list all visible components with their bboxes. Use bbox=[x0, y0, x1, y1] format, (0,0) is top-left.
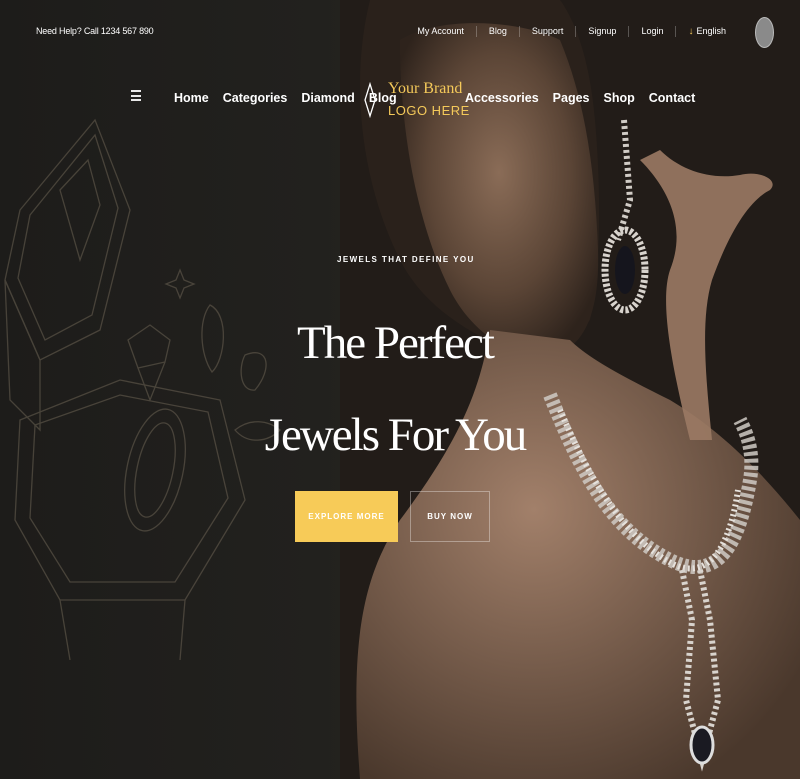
brand-tagline: LOGO HERE bbox=[388, 103, 470, 118]
hero-headline: The Perfect Jewels For You bbox=[250, 297, 540, 481]
brand-text: Your Brand LOGO HERE bbox=[388, 78, 470, 122]
nav-item-contact[interactable]: Contact bbox=[649, 91, 696, 105]
brand-logo[interactable]: Your Brand LOGO HERE bbox=[364, 78, 470, 122]
top-links: My Account Blog Support Signup Login ↓ E… bbox=[405, 26, 738, 37]
hamburger-menu-icon[interactable] bbox=[131, 90, 141, 101]
nav-right: Accessories Pages Shop Contact bbox=[465, 91, 695, 105]
support-link[interactable]: Support bbox=[518, 26, 576, 37]
blog-top-link[interactable]: Blog bbox=[475, 26, 519, 37]
my-account-link[interactable]: My Account bbox=[405, 26, 476, 37]
nav-item-home[interactable]: Home bbox=[174, 91, 209, 105]
nav-item-shop[interactable]: Shop bbox=[604, 91, 635, 105]
help-phone-text: Need Help? Call 1234 567 890 bbox=[36, 26, 154, 36]
language-selector[interactable]: ↓ English bbox=[675, 26, 738, 37]
hero-tagline: JEWELS THAT DEFINE YOU bbox=[337, 255, 475, 264]
buy-now-button[interactable]: BUY NOW bbox=[410, 491, 490, 542]
explore-more-button[interactable]: EXPLORE MORE bbox=[295, 491, 398, 542]
nav-item-pages[interactable]: Pages bbox=[553, 91, 590, 105]
top-utility-bar: Need Help? Call 1234 567 890 My Account … bbox=[0, 0, 800, 64]
diamond-icon bbox=[364, 82, 376, 118]
nav-item-categories[interactable]: Categories bbox=[223, 91, 288, 105]
brand-name: Your Brand bbox=[388, 80, 463, 97]
signup-link[interactable]: Signup bbox=[575, 26, 628, 37]
main-navigation: Home Categories Diamond Blog Your Brand … bbox=[0, 78, 800, 118]
headline-line-1: The Perfect bbox=[297, 317, 495, 369]
headline-line-2: Jewels For You bbox=[264, 409, 528, 461]
nav-item-accessories[interactable]: Accessories bbox=[465, 91, 539, 105]
language-label: English bbox=[696, 26, 726, 36]
nav-item-diamond[interactable]: Diamond bbox=[301, 91, 354, 105]
login-link[interactable]: Login bbox=[628, 26, 675, 37]
download-arrow-icon: ↓ bbox=[688, 26, 694, 37]
avatar[interactable] bbox=[755, 17, 774, 48]
